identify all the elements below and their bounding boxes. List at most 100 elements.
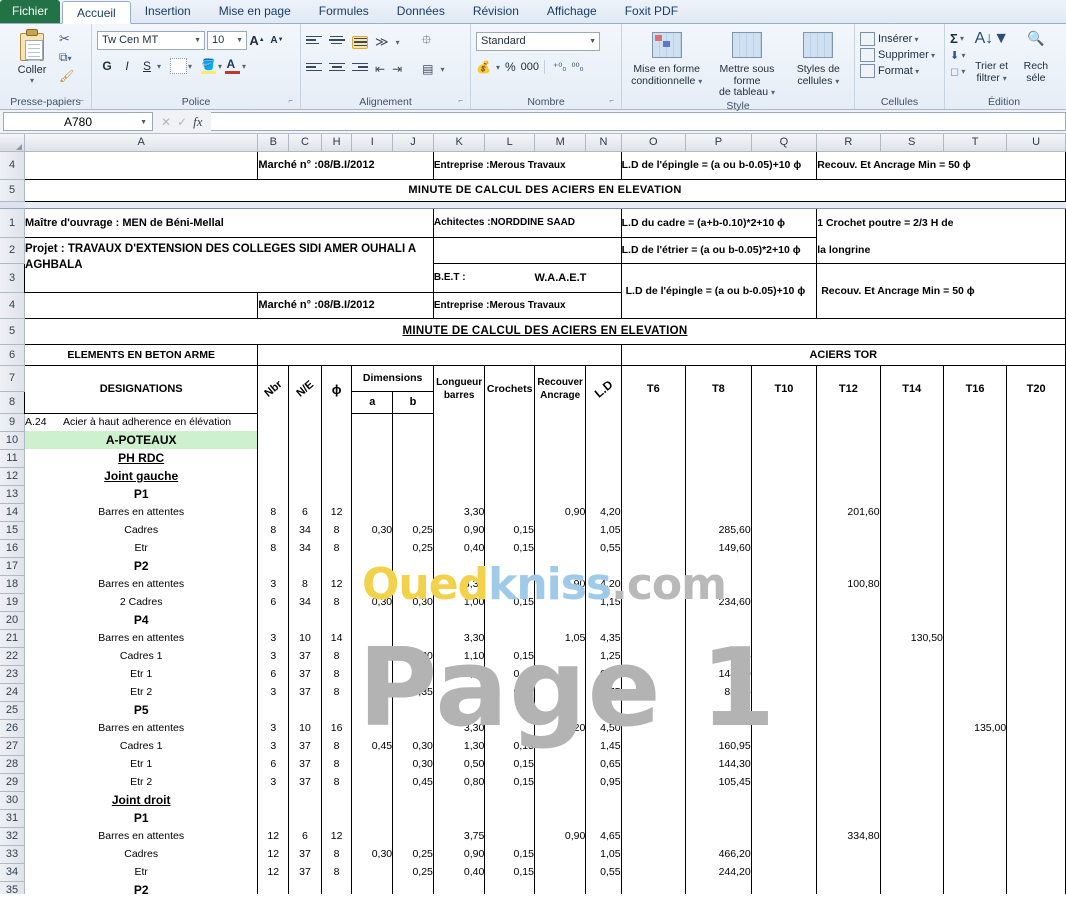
cell-nbr[interactable]: 8 (257, 521, 289, 539)
cell-t10[interactable] (750, 611, 817, 629)
cell-designation[interactable]: Barres en attentes (24, 575, 258, 593)
cell-t14[interactable] (879, 413, 944, 431)
cell-t14[interactable] (879, 611, 944, 629)
cell-bet-value[interactable]: W.A.A.E.T (534, 262, 622, 292)
row-header-2[interactable]: 2 (0, 237, 26, 264)
cell-dim-a[interactable] (351, 881, 393, 894)
row-header-19[interactable]: 19 (0, 593, 26, 612)
cell-t12[interactable] (816, 485, 881, 503)
cell-t12[interactable] (816, 521, 881, 539)
cell-marche-top[interactable]: Marché n° :08/B.I/2012 (257, 150, 434, 179)
cell-longueur[interactable]: 1,00 (432, 593, 485, 611)
cell-A4[interactable] (24, 291, 258, 319)
cell-phi[interactable]: 8 (320, 863, 352, 881)
cell-longueur[interactable] (432, 413, 485, 431)
cell-longueur[interactable] (432, 611, 485, 629)
row-header-27[interactable]: 27 (0, 737, 26, 756)
cell-ld[interactable]: 1,45 (585, 737, 622, 755)
cell-phi[interactable]: 8 (320, 521, 352, 539)
cell-t14[interactable] (879, 863, 944, 881)
cell-t8[interactable] (685, 791, 752, 809)
cell-longueur[interactable]: 3,30 (432, 629, 485, 647)
cell-t20[interactable] (1006, 701, 1066, 719)
cell-nbr[interactable] (257, 701, 289, 719)
cell-crochets[interactable] (484, 467, 535, 485)
cell-t16[interactable] (942, 809, 1007, 827)
tab-insertion[interactable]: Insertion (131, 0, 205, 23)
row-header-10[interactable]: 10 (0, 431, 26, 450)
cell-crochets[interactable] (484, 809, 535, 827)
insert-cells-button[interactable]: Insérer ▾ (860, 32, 919, 46)
cell-t10[interactable] (750, 449, 817, 467)
column-header-J[interactable]: J (392, 134, 434, 152)
cell-t8[interactable]: 105,45 (685, 773, 752, 791)
cell-nbr[interactable]: 3 (257, 647, 289, 665)
cell-recouvrement[interactable] (533, 539, 586, 557)
cell-dim-a[interactable] (351, 611, 393, 629)
row-header-7[interactable]: 7 (0, 365, 26, 392)
cell-ld[interactable]: 4,65 (585, 827, 622, 845)
row-header-6[interactable]: 6 (0, 344, 26, 366)
cell-t8[interactable] (685, 629, 752, 647)
insert-function-icon[interactable]: fx (193, 114, 202, 130)
cell-dim-a[interactable] (351, 683, 393, 701)
cell-t14[interactable] (879, 449, 944, 467)
cell-phi[interactable]: 8 (320, 773, 352, 791)
cell-ne[interactable]: 10 (288, 629, 322, 647)
cell-designation[interactable]: Barres en attentes (24, 719, 258, 737)
cell-ld[interactable]: 1,05 (585, 845, 622, 863)
cell-t12[interactable] (816, 647, 881, 665)
cell-phi[interactable]: 8 (320, 737, 352, 755)
cell-longueur[interactable]: 0,40 (432, 863, 485, 881)
align-middle-icon[interactable] (329, 35, 345, 49)
cell-dim-a[interactable] (351, 485, 393, 503)
cell-phi[interactable]: 8 (320, 647, 352, 665)
format-cells-button[interactable]: Format ▾ (860, 64, 919, 78)
cell-t16[interactable] (942, 575, 1007, 593)
cell-ne[interactable]: 37 (288, 665, 322, 683)
cell-t6[interactable] (620, 719, 686, 737)
cell-dim-b[interactable] (392, 809, 434, 827)
cell-dim-b[interactable]: 0,30 (392, 737, 434, 755)
cell-t16[interactable] (942, 773, 1007, 791)
cell-t12[interactable] (816, 719, 881, 737)
cell-t20[interactable] (1006, 557, 1066, 575)
chevron-down-icon[interactable]: ▼ (140, 119, 147, 126)
column-header-K[interactable]: K (433, 134, 486, 152)
column-header-O[interactable]: O (621, 134, 687, 152)
paste-dropdown-arrow[interactable]: ▾ (5, 76, 59, 85)
cell-t20[interactable] (1006, 539, 1066, 557)
cell-nbr[interactable]: 3 (257, 683, 289, 701)
cell-crochets[interactable] (484, 575, 535, 593)
cell-t14[interactable] (879, 485, 944, 503)
row-header-13[interactable]: 13 (0, 485, 26, 504)
row-header-31[interactable]: 31 (0, 809, 26, 828)
row-header-5a[interactable]: 5 (0, 179, 26, 202)
tab-mise-en-page[interactable]: Mise en page (205, 0, 305, 23)
cell-crochets[interactable] (484, 449, 535, 467)
cell-ne[interactable] (288, 791, 322, 809)
cell-t10[interactable] (750, 629, 817, 647)
cell-recouvrement[interactable] (533, 737, 586, 755)
cell-t6[interactable] (620, 629, 686, 647)
cell-longueur[interactable]: 3,30 (432, 503, 485, 521)
name-box[interactable]: A780 ▼ (3, 112, 153, 131)
cell-crochets[interactable] (484, 611, 535, 629)
cell-ld[interactable]: 0,95 (585, 773, 622, 791)
cell-t10[interactable] (750, 827, 817, 845)
cell-t20[interactable] (1006, 629, 1066, 647)
row-header-28[interactable]: 28 (0, 755, 26, 774)
tab-accueil[interactable]: Accueil (62, 1, 131, 24)
cell-designation[interactable]: Barres en attentes (24, 503, 258, 521)
cell-phi[interactable]: 8 (320, 845, 352, 863)
cell-phi[interactable]: 8 (320, 539, 352, 557)
cell-t16[interactable] (942, 737, 1007, 755)
cell-t20[interactable] (1006, 845, 1066, 863)
cell-designation[interactable]: Etr 1 (24, 755, 258, 773)
cell-dim-a[interactable] (351, 809, 393, 827)
cell-formula-epingle-merge[interactable]: L.D de l'épingle = (a ou b-0.05)+10 ɸ (620, 262, 817, 318)
cell-designation[interactable]: Cadres (24, 845, 258, 863)
cell-ne[interactable]: 37 (288, 683, 322, 701)
cell-phi[interactable]: 8 (320, 755, 352, 773)
cell-ld[interactable] (585, 809, 622, 827)
